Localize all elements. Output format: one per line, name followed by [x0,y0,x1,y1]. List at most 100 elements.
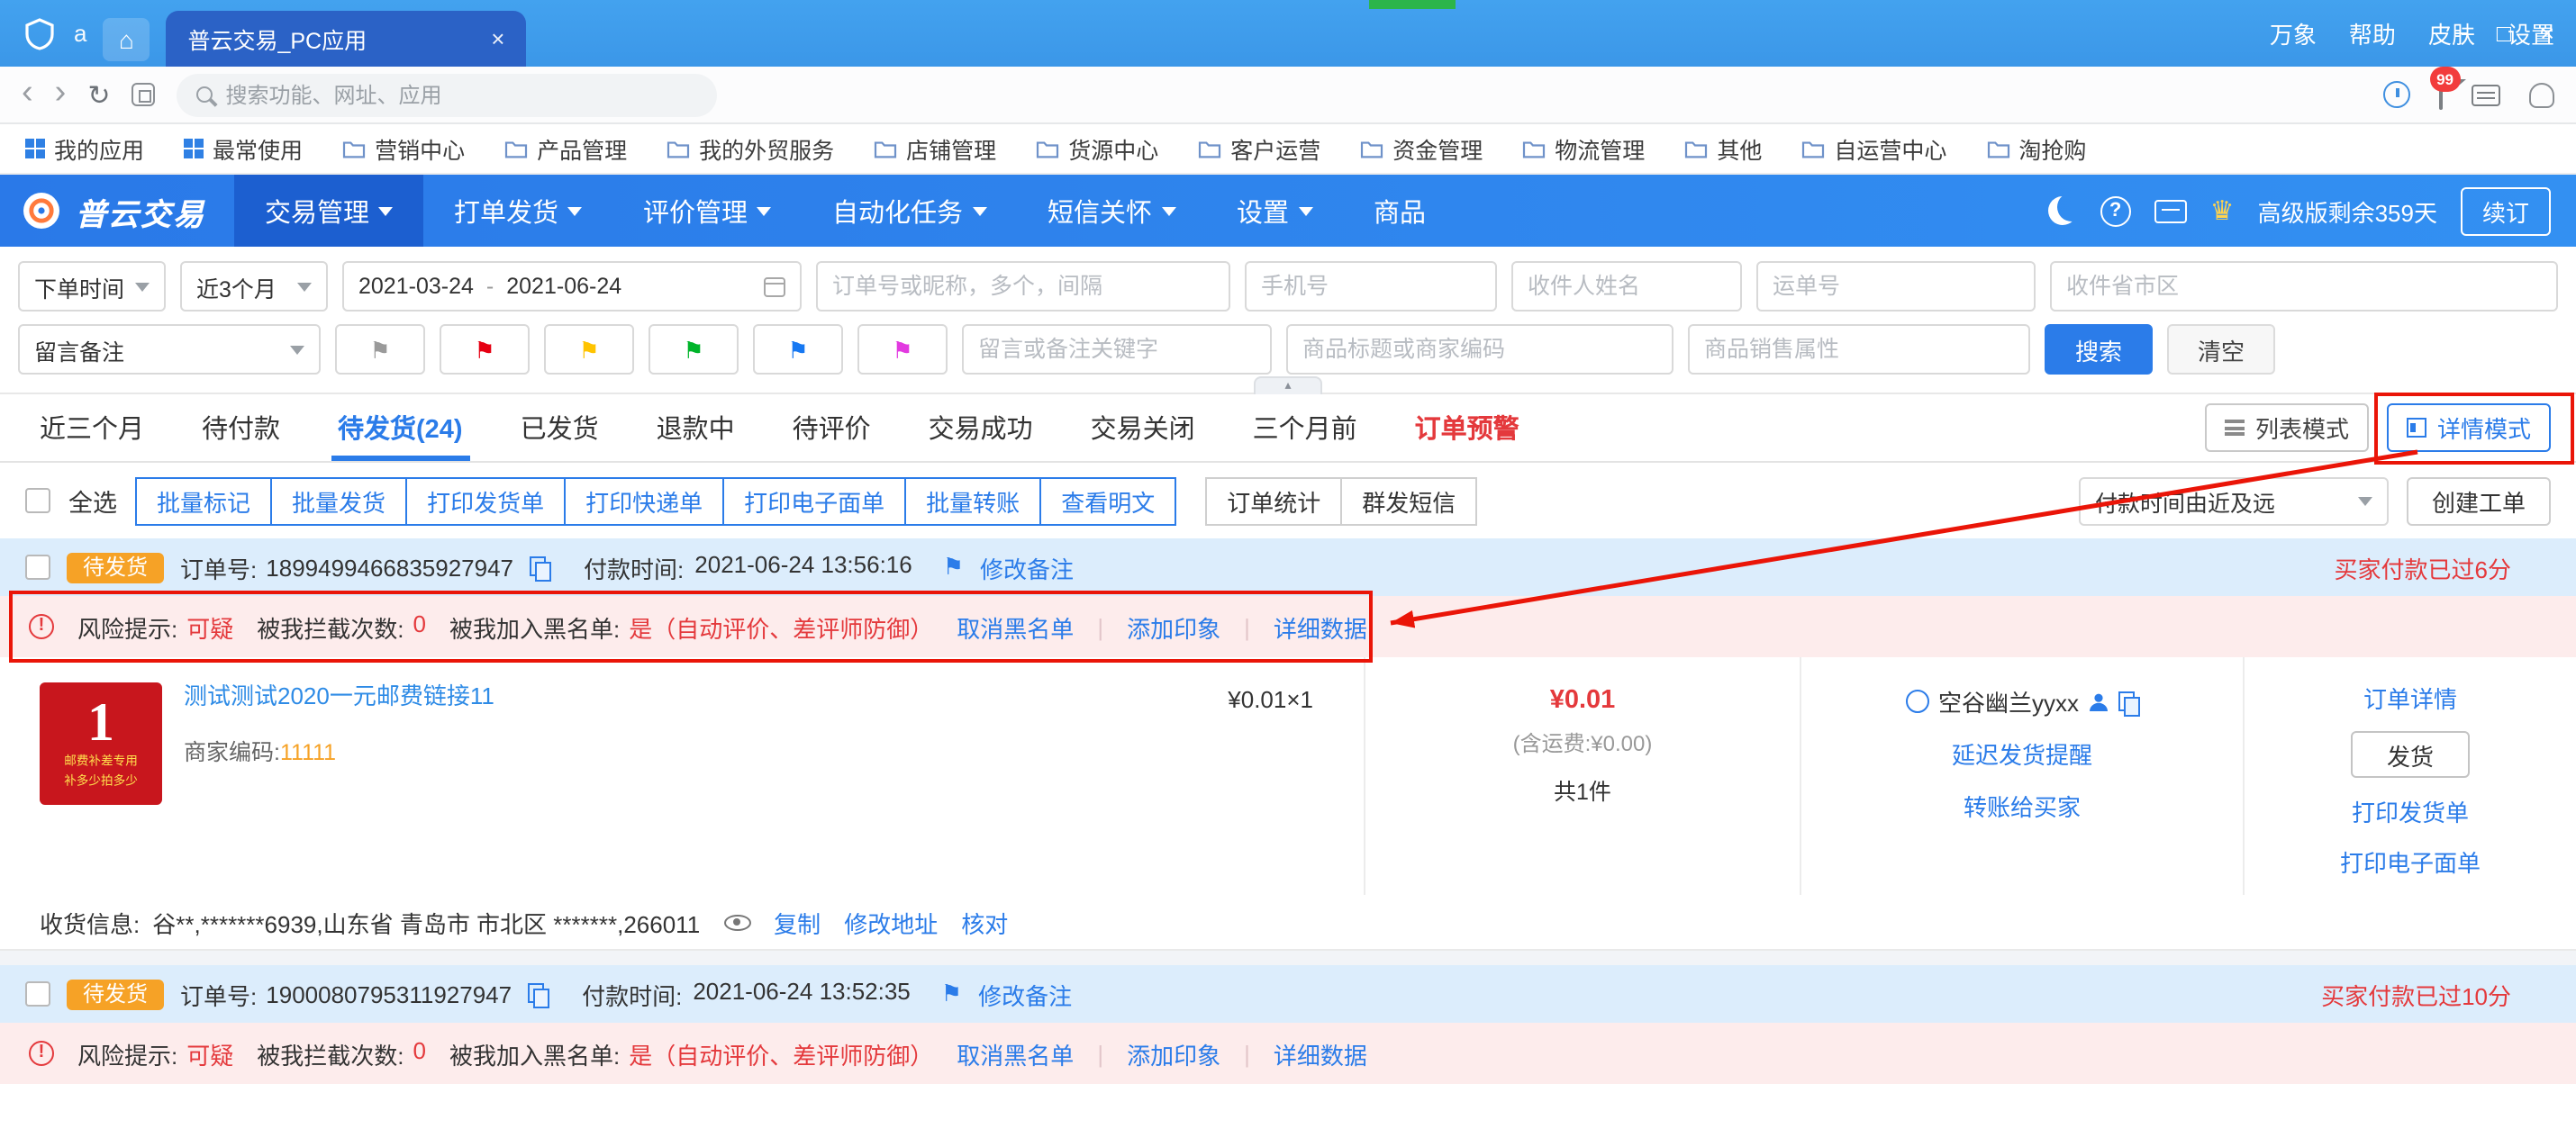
order-status-tab[interactable]: 三个月前 [1224,394,1386,461]
bookmark-app[interactable]: 我的应用 [25,131,144,166]
app-menu-item[interactable]: 商品 [1343,175,1456,247]
receiver-input[interactable] [1528,274,1726,299]
flag-icon[interactable]: ⚑ [941,980,962,1008]
eye-icon[interactable] [723,914,750,930]
bookmark-folder[interactable]: 产品管理 [504,131,627,166]
bookmark-folder[interactable]: 店铺管理 [874,131,996,166]
memo-select[interactable]: 留言备注 [18,324,321,375]
clear-button[interactable]: 清空 [2167,324,2275,375]
order-checkbox[interactable] [25,555,50,580]
product-title-field[interactable] [1286,324,1673,375]
bookmark-folder[interactable]: 资金管理 [1360,131,1483,166]
order-status-tab[interactable]: 交易关闭 [1062,394,1224,461]
date-range-select[interactable]: 近3个月 [180,261,328,312]
order-no-field[interactable] [816,261,1230,312]
flag-filter-button[interactable]: ⚑ [857,324,948,375]
verify-address-link[interactable]: 核对 [961,905,1008,939]
flag-icon[interactable]: ⚑ [943,553,964,582]
bulk-action-button[interactable]: 打印快递单 [564,476,724,525]
sale-attr-input[interactable] [1704,337,2014,362]
order-detail-link[interactable]: 订单详情 [2363,681,2457,715]
order-status-tab[interactable]: 交易成功 [900,394,1062,461]
flag-filter-button[interactable]: ⚑ [335,324,425,375]
theme-moon-icon[interactable] [2048,196,2077,225]
favorites-icon[interactable] [132,83,155,106]
bulk-action-button[interactable]: 打印电子面单 [722,476,906,525]
detail-data-link[interactable]: 详细数据 [1274,610,1367,644]
add-impression-link[interactable]: 添加印象 [1127,610,1220,644]
copy-icon[interactable] [2118,691,2138,712]
card-icon[interactable] [2154,199,2187,222]
order-status-tab[interactable]: 待评价 [764,394,900,461]
detail-mode-button[interactable]: 详情模式 [2387,403,2551,452]
reader-icon[interactable] [2472,84,2500,105]
forward-icon[interactable]: › [55,75,67,109]
titlebar-menu-item[interactable]: 帮助 [2349,16,2396,50]
bookmark-folder[interactable]: 营销中心 [342,131,465,166]
refresh-icon[interactable]: ↻ [87,78,110,111]
bulk-action-button[interactable]: 批量转账 [904,476,1041,525]
app-menu-item[interactable]: 打单发货 [423,175,612,247]
bookmark-folder[interactable]: 自运营中心 [1801,131,1946,166]
edit-memo-link[interactable]: 修改备注 [980,550,1074,584]
notification-bell-icon[interactable] [2529,82,2554,107]
maximize-button[interactable]: □ [2497,20,2511,47]
delay-ship-remind-link[interactable]: 延迟发货提醒 [1952,736,2092,771]
ship-button[interactable]: 发货 [2351,731,2470,778]
app-brand[interactable]: 普云交易 [0,188,234,233]
bulk-action-button[interactable]: 查看明文 [1039,476,1176,525]
copy-icon[interactable] [528,983,548,1005]
order-checkbox[interactable] [25,981,50,1007]
phone-input[interactable] [1261,274,1481,299]
bulk-action-button[interactable]: 批量发货 [270,476,407,525]
collapse-filters-handle[interactable]: ▴ [1254,376,1322,394]
sale-attr-field[interactable] [1688,324,2030,375]
order-no-input[interactable] [832,274,1214,299]
transfer-to-buyer-link[interactable]: 转账给买家 [1964,789,2081,823]
app-menu-item[interactable]: 自动化任务 [802,175,1017,247]
product-title-link[interactable]: 测试测试2020一元邮费链接11 [184,682,494,713]
app-menu-item[interactable]: 交易管理 [234,175,423,247]
bookmark-folder[interactable]: 其他 [1684,131,1762,166]
phone-field[interactable] [1245,261,1497,312]
order-status-tab[interactable]: 订单预警 [1386,394,1548,461]
select-all-checkbox[interactable] [25,488,50,513]
flag-filter-button[interactable]: ⚑ [753,324,843,375]
renew-button[interactable]: 续订 [2461,186,2551,235]
bookmark-folder[interactable]: 客户运营 [1198,131,1320,166]
order-status-tab[interactable]: 待付款 [173,394,309,461]
print-invoice-link[interactable]: 打印发货单 [2352,794,2469,828]
close-button[interactable]: × [2540,20,2554,47]
date-end-value[interactable]: 2021-06-24 [506,274,621,299]
profile-badge[interactable]: a [74,20,86,47]
titlebar-menu-item[interactable]: 万象 [2270,16,2317,50]
im-contact-icon[interactable] [1906,690,1929,713]
date-start-value[interactable]: 2021-03-24 [358,274,474,299]
order-status-tab[interactable]: 已发货 [492,394,628,461]
bookmark-folder[interactable]: 淘抢购 [1986,131,2086,166]
bookmark-folder[interactable]: 物流管理 [1522,131,1645,166]
order-time-select[interactable]: 下单时间 [18,261,166,312]
copy-icon[interactable] [530,556,549,578]
region-input[interactable] [2066,274,2542,299]
add-impression-link[interactable]: 添加印象 [1127,1036,1220,1070]
date-range-picker[interactable]: 2021-03-24 - 2021-06-24 [342,261,802,312]
product-thumbnail[interactable]: 1 邮费补差专用 补多少拍多少 [40,682,162,805]
list-mode-button[interactable]: 列表模式 [2205,403,2369,452]
home-icon[interactable]: ⌂ [103,18,150,61]
sort-order-select[interactable]: 付款时间由近及远 [2079,476,2389,525]
flag-filter-button[interactable]: ⚑ [649,324,739,375]
copy-address-link[interactable]: 复制 [774,905,821,939]
app-menu-item[interactable]: 评价管理 [612,175,802,247]
product-title-input[interactable] [1302,337,1657,362]
app-menu-item[interactable]: 设置 [1206,175,1343,247]
detail-data-link[interactable]: 详细数据 [1274,1036,1367,1070]
minimize-button[interactable]: − [2454,20,2468,47]
bookmark-folder[interactable]: 我的外贸服务 [667,131,834,166]
add-contact-icon[interactable] [2088,691,2109,712]
memo-keyword-field[interactable] [962,324,1272,375]
bulk-action-button[interactable]: 批量标记 [135,476,272,525]
address-search[interactable] [177,73,717,116]
order-status-tab[interactable]: 待发货(24) [309,394,492,461]
help-icon[interactable]: ? [2100,195,2131,226]
